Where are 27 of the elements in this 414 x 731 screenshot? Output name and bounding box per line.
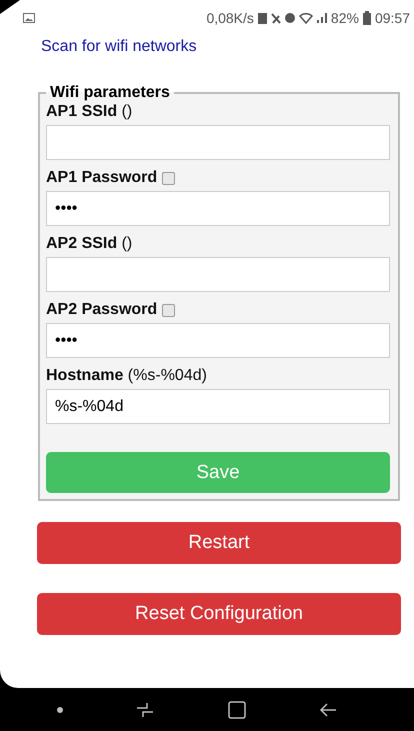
mute-icon — [270, 12, 281, 24]
field-label: AP2 SSId () — [46, 235, 132, 253]
scan-link[interactable]: Scan for wifi networks — [41, 38, 197, 56]
wifi-icon — [298, 12, 313, 24]
back-icon[interactable] — [319, 702, 338, 716]
password-field[interactable]: •••• — [46, 323, 390, 358]
field-label: AP1 SSId () — [46, 103, 132, 121]
input-field[interactable] — [46, 125, 390, 160]
battery-icon — [362, 11, 371, 25]
recents-icon[interactable] — [136, 702, 154, 718]
field-label: Hostname (%s-%04d) — [46, 367, 207, 385]
input-field[interactable]: %s-%04d — [46, 389, 390, 424]
show-password-checkbox[interactable] — [162, 172, 176, 184]
home-icon[interactable] — [228, 700, 246, 718]
network-speed: 0,08K/s — [206, 10, 254, 26]
signal-icon — [316, 13, 327, 23]
reset-button[interactable]: Reset Configuration — [37, 593, 401, 635]
field-label: AP1 Password — [46, 169, 158, 187]
image-icon — [23, 13, 35, 23]
password-field[interactable]: •••• — [46, 191, 390, 226]
show-password-checkbox[interactable] — [162, 304, 176, 316]
input-field[interactable] — [46, 257, 390, 292]
clock: 09:57 — [374, 10, 410, 26]
restart-button[interactable]: Restart — [37, 522, 401, 564]
panel-legend: Wifi parameters — [46, 84, 174, 102]
battery-percent: 82% — [330, 10, 359, 26]
field-label: AP2 Password — [46, 301, 158, 319]
